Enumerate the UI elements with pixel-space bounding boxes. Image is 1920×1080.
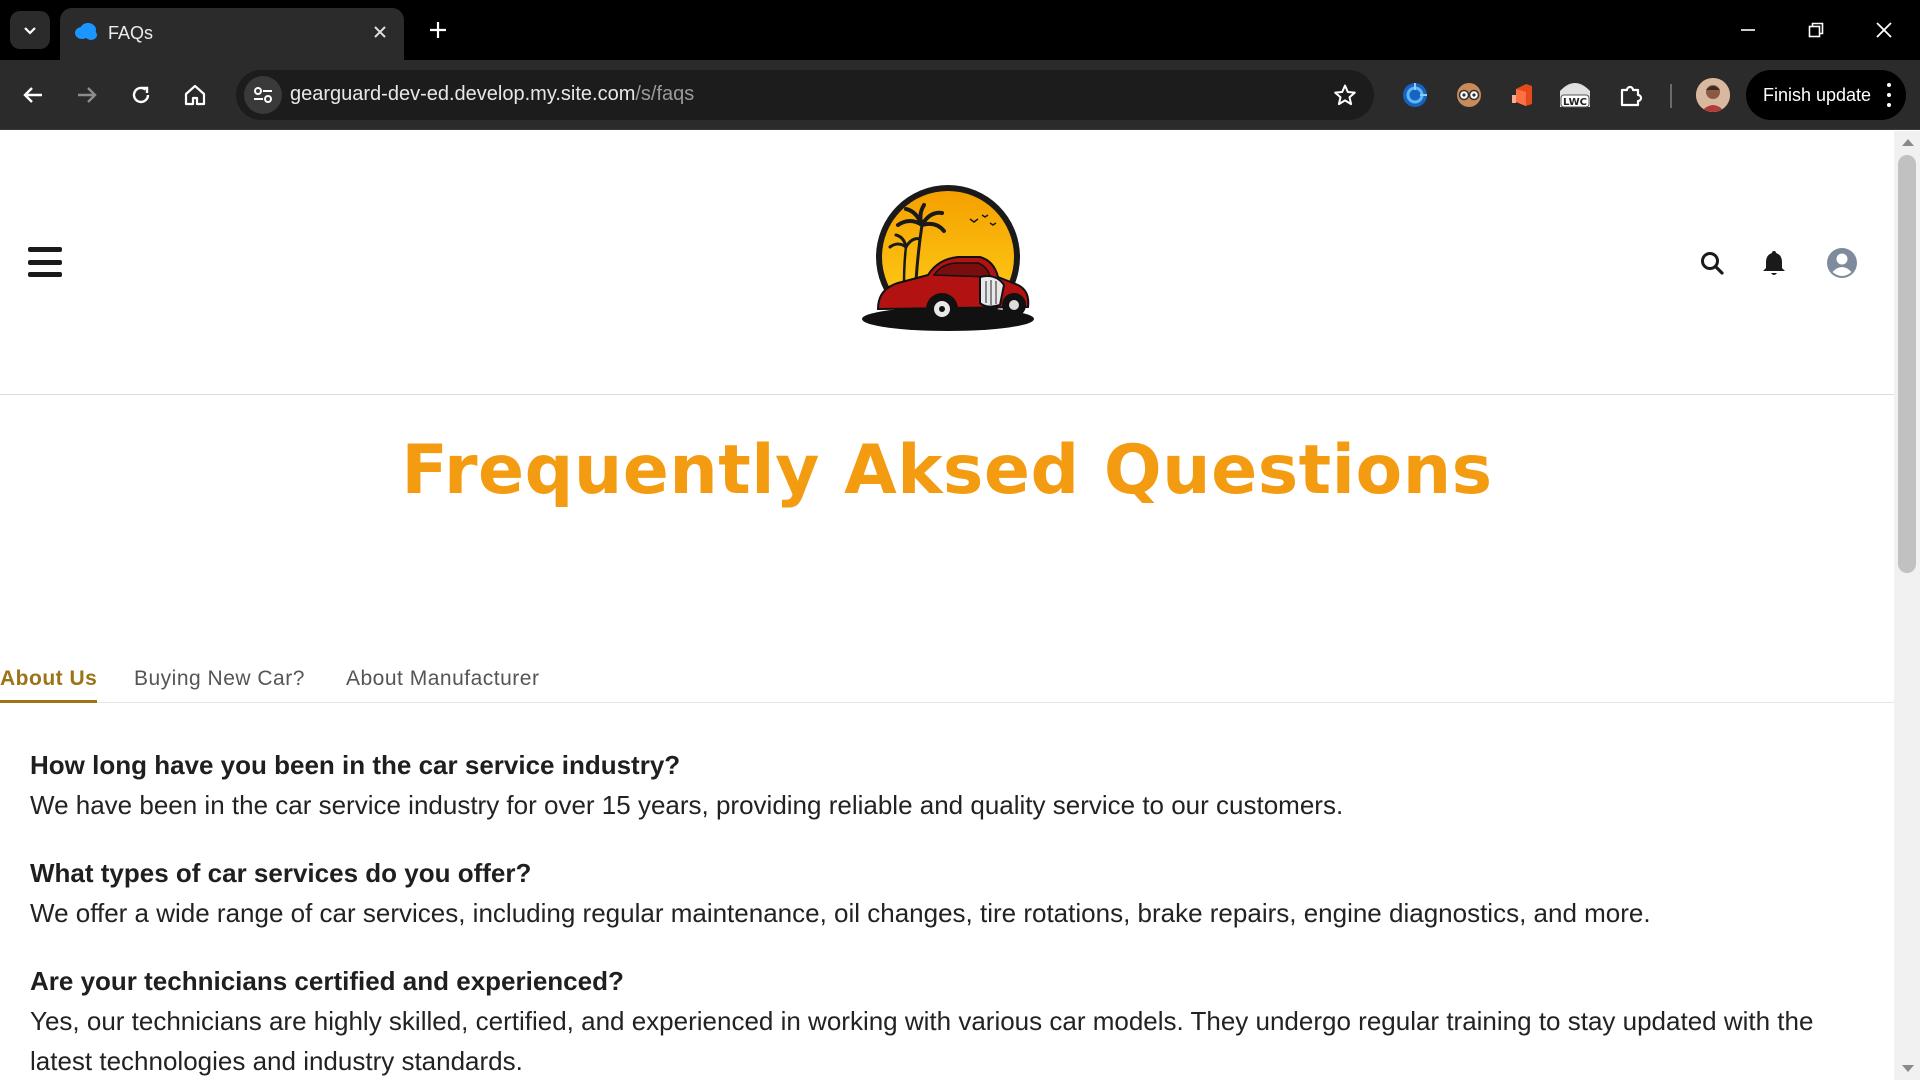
minimize-icon	[1741, 29, 1755, 31]
home-button[interactable]	[174, 74, 216, 116]
profile-avatar[interactable]	[1696, 78, 1730, 112]
toolbar-divider	[1670, 84, 1672, 108]
more-menu-icon[interactable]	[1886, 83, 1892, 107]
lwc-extension-icon: LWC	[1560, 83, 1590, 108]
faq-list: How long have you been in the car servic…	[30, 745, 1880, 1080]
close-window-button[interactable]	[1856, 8, 1912, 52]
notifications-button[interactable]	[1754, 243, 1794, 283]
address-bar[interactable]: gearguard-dev-ed.develop.my.site.com/s/f…	[236, 70, 1374, 120]
restore-button[interactable]	[1788, 8, 1844, 52]
close-icon	[374, 26, 386, 38]
salesforce-inspector-icon	[1403, 83, 1427, 107]
extensions-button[interactable]	[1612, 76, 1650, 114]
scroll-thumb[interactable]	[1898, 155, 1916, 573]
finish-update-label: Finish update	[1763, 84, 1872, 105]
salesforce-inspector-extension[interactable]	[1396, 76, 1434, 114]
browser-tabstrip: FAQs	[0, 0, 1920, 60]
new-tab-button[interactable]	[422, 14, 454, 46]
scroll-up-arrow-icon[interactable]	[1902, 139, 1914, 146]
site-info-button[interactable]	[244, 76, 282, 114]
faq-answer: Yes, our technicians are highly skilled,…	[30, 1006, 1814, 1076]
faq-question: How long have you been in the car servic…	[30, 750, 681, 780]
page-scrollbar[interactable]	[1894, 131, 1920, 1080]
tune-icon	[254, 87, 272, 103]
faq-question: Are your technicians certified and exper…	[30, 966, 624, 996]
arrow-right-icon	[78, 87, 97, 103]
bookmark-star-button[interactable]	[1328, 78, 1362, 112]
reload-button[interactable]	[120, 74, 162, 116]
tab-close-button[interactable]	[368, 20, 392, 44]
finish-update-button[interactable]: Finish update	[1746, 70, 1906, 120]
glasses-extension[interactable]	[1450, 76, 1488, 114]
site-header	[0, 131, 1894, 395]
car-sunset-logo[interactable]	[858, 181, 1038, 341]
tab-about-us[interactable]: About Us	[0, 661, 98, 703]
bell-icon	[1763, 251, 1785, 275]
user-profile-button[interactable]	[1822, 243, 1862, 283]
chevron-down-icon	[24, 27, 36, 35]
glasses-extension-icon	[1457, 83, 1481, 107]
tab-search-button[interactable]	[10, 11, 50, 49]
faq-item: Are your technicians certified and exper…	[30, 961, 1880, 1080]
lwc-extension[interactable]: LWC	[1556, 76, 1594, 114]
browser-toolbar: gearguard-dev-ed.develop.my.site.com/s/f…	[0, 60, 1920, 130]
arrow-left-icon	[23, 87, 42, 103]
page-viewport: Frequently Aksed Questions About Us Buyi…	[0, 131, 1920, 1080]
url-host: gearguard-dev-ed.develop.my.site.com	[290, 83, 636, 105]
search-icon	[1701, 252, 1724, 275]
menu-icon[interactable]	[28, 247, 62, 277]
faq-item: How long have you been in the car servic…	[30, 745, 1880, 825]
forward-button[interactable]	[66, 74, 108, 116]
reload-icon	[132, 86, 150, 104]
faq-answer: We offer a wide range of car services, i…	[30, 898, 1651, 928]
salesforce-cloud-icon	[75, 23, 97, 40]
tab-title: FAQs	[108, 23, 154, 43]
faq-answer: We have been in the car service industry…	[30, 790, 1344, 820]
scroll-down-arrow-icon[interactable]	[1902, 1065, 1914, 1072]
office-extension[interactable]	[1504, 76, 1542, 114]
tab-buying-new-car[interactable]: Buying New Car?	[134, 661, 305, 703]
office-extension-icon	[1512, 84, 1532, 106]
user-avatar-icon	[1827, 248, 1857, 278]
back-button[interactable]	[12, 74, 54, 116]
star-icon	[1334, 84, 1356, 106]
svg-text:LWC: LWC	[1563, 97, 1587, 108]
faq-question: What types of car services do you offer?	[30, 858, 532, 888]
close-icon	[1876, 22, 1892, 38]
browser-tab-active[interactable]: FAQs	[60, 8, 404, 60]
faq-item: What types of car services do you offer?…	[30, 853, 1880, 933]
home-icon	[184, 84, 206, 106]
tab-about-manufacturer[interactable]: About Manufacturer	[346, 661, 539, 703]
plus-icon	[430, 22, 446, 38]
url-text[interactable]: gearguard-dev-ed.develop.my.site.com/s/f…	[290, 83, 694, 106]
restore-icon	[1808, 22, 1824, 38]
faq-tabs: About Us Buying New Car? About Manufactu…	[0, 661, 1894, 703]
puzzle-extensions-icon	[1620, 85, 1643, 107]
url-path: /s/faqs	[635, 83, 695, 105]
search-button[interactable]	[1692, 243, 1732, 283]
page-title: Frequently Aksed Questions	[401, 431, 1493, 510]
profile-photo-icon	[1696, 78, 1730, 112]
minimize-button[interactable]	[1720, 8, 1776, 52]
